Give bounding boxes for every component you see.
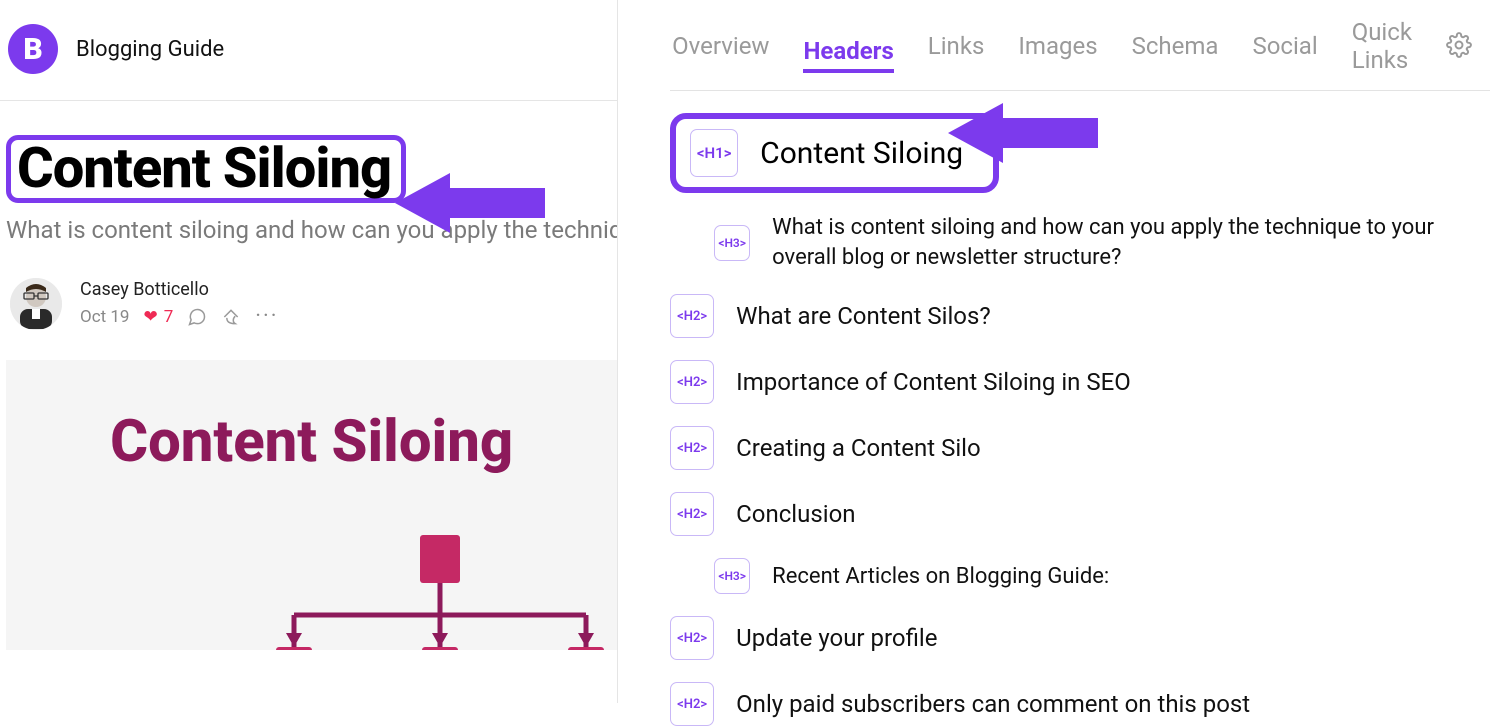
header-row: <H2> What are Content Silos? [670,294,1490,338]
tab-headers[interactable]: Headers [803,33,893,73]
header-tag-h2: <H2> [670,294,714,338]
header-tag-h3: <H3> [714,225,750,261]
blog-header: B Blogging Guide [0,0,617,101]
header-text[interactable]: Recent Articles on Blogging Guide: [772,562,1109,592]
annotation-arrow-left [395,168,545,238]
silo-tree-graphic [240,535,618,650]
header-row: <H2> Update your profile [670,616,1490,660]
header-text[interactable]: Update your profile [736,622,937,654]
header-row: <H2> Creating a Content Silo [670,426,1490,470]
header-row: <H3> Recent Articles on Blogging Guide: [670,558,1490,594]
share-icon[interactable] [221,307,241,327]
logo-letter: B [23,32,42,67]
header-tag-h2: <H2> [670,360,714,404]
panel-tabs: Overview Headers Links Images Schema Soc… [670,14,1490,91]
author-name[interactable]: Casey Botticello [80,279,279,300]
tab-schema[interactable]: Schema [1132,28,1219,66]
header-text[interactable]: Conclusion [736,498,855,530]
annotation-arrow-right [948,98,1098,168]
like-count: 7 [164,307,174,327]
article-preview-pane: B Blogging Guide Content Siloing What is… [0,0,618,703]
seo-panel: Overview Headers Links Images Schema Soc… [618,0,1500,703]
header-row: <H2> Conclusion [670,492,1490,536]
hero-image: Content Siloing [6,360,617,650]
byline-meta-row: Oct 19 ❤ 7 ··· [80,304,279,329]
blog-logo[interactable]: B [8,24,58,74]
author-avatar[interactable] [10,278,62,330]
header-row: <H3> What is content siloing and how can… [670,213,1490,272]
header-row: <H2> Importance of Content Siloing in SE… [670,360,1490,404]
headers-list: <H1> Content Siloing <H3> What is conten… [670,91,1490,726]
more-icon[interactable]: ··· [255,304,278,329]
heart-icon[interactable]: ❤ [143,307,157,327]
header-text[interactable]: Only paid subscribers can comment on thi… [736,688,1250,720]
header-tag-h2: <H2> [670,492,714,536]
blog-name[interactable]: Blogging Guide [76,37,224,62]
header-tag-h2: <H2> [670,682,714,726]
header-row: <H2> Only paid subscribers can comment o… [670,682,1490,726]
tab-links[interactable]: Links [928,28,985,66]
tab-images[interactable]: Images [1018,28,1097,66]
header-text[interactable]: What are Content Silos? [736,300,991,332]
tab-social[interactable]: Social [1252,28,1317,66]
gear-icon[interactable] [1446,32,1472,62]
comment-icon[interactable] [187,307,207,327]
title-highlight-box: Content Siloing [6,135,406,203]
header-text[interactable]: Creating a Content Silo [736,432,981,464]
header-text[interactable]: Importance of Content Siloing in SEO [736,366,1131,398]
tab-quick-links[interactable]: Quick Links [1352,14,1412,80]
header-text[interactable]: Content Siloing [760,136,963,171]
header-tag-h2: <H2> [670,426,714,470]
header-tag-h3: <H3> [714,558,750,594]
tab-overview[interactable]: Overview [672,28,769,66]
header-tag-h1: <H1> [690,129,738,177]
hero-title: Content Siloing [6,360,617,476]
byline: Casey Botticello Oct 19 ❤ 7 ··· [6,278,617,330]
header-tag-h2: <H2> [670,616,714,660]
article-date: Oct 19 [80,307,129,327]
header-text[interactable]: What is content siloing and how can you … [772,213,1472,272]
byline-text: Casey Botticello Oct 19 ❤ 7 ··· [80,279,279,329]
article-title: Content Siloing [17,140,391,196]
